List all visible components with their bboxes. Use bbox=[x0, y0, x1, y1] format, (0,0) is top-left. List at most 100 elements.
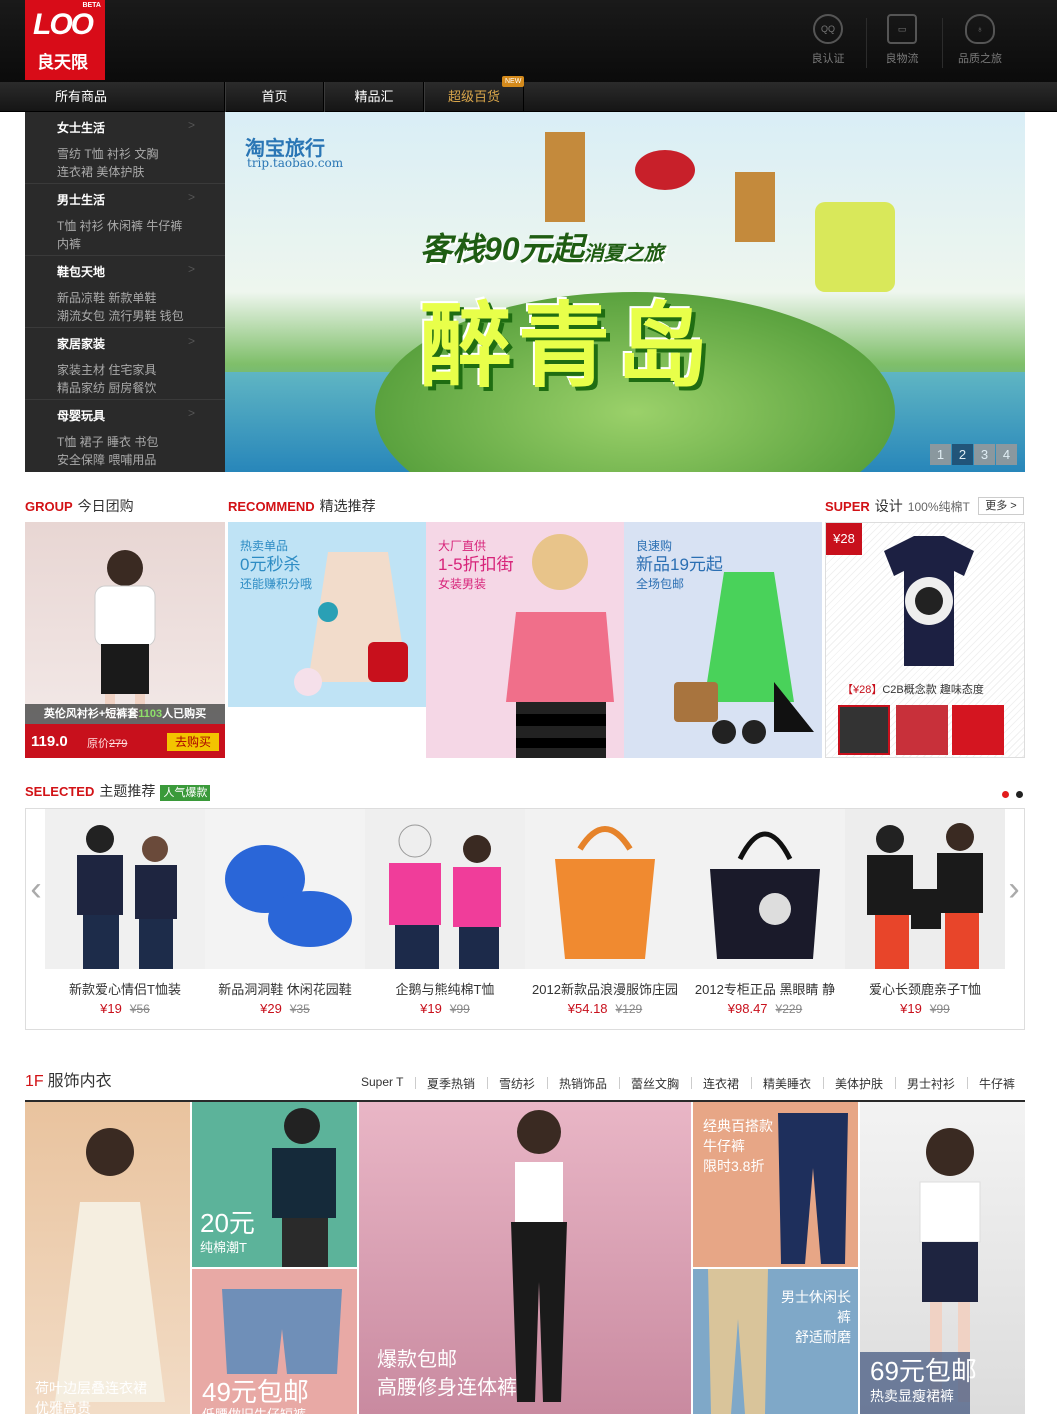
floor-tile-jumpsuit[interactable]: 爆款包邮 高腰修身连体裤 bbox=[359, 1102, 691, 1414]
banner-subtitle-small: 消夏之旅 bbox=[583, 243, 664, 265]
tab-divider bbox=[415, 1077, 416, 1089]
khaki-pants-image bbox=[708, 1269, 768, 1414]
page: { "header": { "logo_text": "LOO", "logo_… bbox=[0, 0, 1057, 1414]
category-links[interactable]: 雪纺 T恤 衬衫 文胸 bbox=[57, 145, 225, 163]
floor-tab[interactable]: 夏季热销 bbox=[427, 1075, 475, 1092]
carousel-next-arrow[interactable]: › bbox=[1004, 869, 1024, 909]
more-button[interactable]: 更多 > bbox=[978, 497, 1024, 515]
recommend-product-image bbox=[674, 572, 814, 744]
super-thumbnail[interactable] bbox=[952, 705, 1004, 755]
selected-item[interactable]: 爱心长颈鹿亲子T恤 ¥19 ¥99 bbox=[845, 809, 1005, 1029]
floor-tile-shorts[interactable]: 49元包邮 低腰做旧牛仔短裤 bbox=[192, 1269, 357, 1414]
floor-tab[interactable]: 蕾丝文胸 bbox=[631, 1075, 679, 1092]
floor-tab[interactable]: Super T bbox=[361, 1075, 403, 1089]
logistics-label: 良物流 bbox=[885, 53, 919, 65]
category-links[interactable]: 精品家纺 厨房餐饮 bbox=[57, 379, 225, 397]
category-links[interactable]: 家装主材 住宅家具 bbox=[57, 361, 225, 379]
carousel-dot-active[interactable] bbox=[1002, 791, 1009, 798]
super-caption: 【¥28】C2B概念款 趣味态度 bbox=[842, 681, 984, 697]
category-shoes-bags[interactable]: 鞋包天地 新品凉鞋 新款单鞋 潮流女包 流行男鞋 钱包 > bbox=[25, 256, 225, 328]
super-design-card[interactable]: ¥28 【¥28】C2B概念款 趣味态度 bbox=[825, 522, 1025, 758]
selected-item[interactable]: 2012新款品浪漫服饰庄园 ¥54.18 ¥129 bbox=[525, 809, 685, 1029]
tab-divider bbox=[895, 1077, 896, 1089]
tile-line: 男士休闲长裤 bbox=[781, 1289, 851, 1325]
nav-home[interactable]: 首页 bbox=[225, 82, 324, 112]
category-title[interactable]: 家居家装 bbox=[57, 335, 225, 352]
category-home[interactable]: 家居家装 家装主材 住宅家具 精品家纺 厨房餐饮 > bbox=[25, 328, 225, 400]
selected-carousel: ‹ › 新款爱心情侣T恤装 ¥19 ¥56 新品洞洞鞋 休闲花园鞋 ¥29 ¥35 … bbox=[25, 808, 1025, 1030]
hero-banner[interactable]: 淘宝旅行 trip.taobao.com 客栈90元起消夏之旅 醉青岛 bbox=[225, 112, 1025, 472]
recommend-card-discount[interactable]: 大厂直供 1-5折扣街 女装男装 bbox=[426, 522, 624, 758]
category-links[interactable]: 潮流女包 流行男鞋 钱包 bbox=[57, 307, 225, 325]
category-title[interactable]: 鞋包天地 bbox=[57, 263, 225, 280]
nav-boutique[interactable]: 精品汇 bbox=[324, 82, 424, 112]
category-title[interactable]: 母婴玩具 bbox=[57, 407, 225, 424]
floor-tile-skirt[interactable]: 69元包邮 热卖显瘦裙裤 bbox=[860, 1102, 1025, 1414]
product-name[interactable]: 企鹅与熊纯棉T恤 bbox=[365, 979, 525, 998]
selected-item[interactable]: 新款爱心情侣T恤装 ¥19 ¥56 bbox=[45, 809, 205, 1029]
logistics-link[interactable]: ▭ 良物流 bbox=[872, 14, 932, 66]
jeans-image bbox=[778, 1113, 848, 1264]
floor-tab[interactable]: 牛仔裤 bbox=[979, 1075, 1015, 1092]
floor-tab[interactable]: 美体护肤 bbox=[835, 1075, 883, 1092]
floor-tab[interactable]: 雪纺衫 bbox=[499, 1075, 535, 1092]
category-links[interactable]: 内裤 bbox=[57, 235, 225, 253]
tile-caption: 经典百搭款 牛仔裤 限时3.8折 bbox=[703, 1116, 773, 1176]
banner-beer-mug-illustration bbox=[815, 202, 895, 292]
category-baby[interactable]: 母婴玩具 T恤 裙子 睡衣 书包 安全保障 喂哺用品 > bbox=[25, 400, 225, 472]
recommend-card-new[interactable]: 良速购 新品19元起 全场包邮 bbox=[624, 522, 822, 758]
buy-button[interactable]: 去购买 bbox=[167, 733, 219, 751]
nav-bar: 所有商品 首页 精品汇 超级百货 bbox=[0, 82, 1057, 112]
product-name[interactable]: 爱心长颈鹿亲子T恤 bbox=[845, 979, 1005, 998]
site-logo[interactable]: LOO BETA 良天限 bbox=[25, 0, 105, 80]
category-links[interactable]: 安全保障 喂哺用品 bbox=[57, 451, 225, 469]
product-price: ¥19 ¥56 bbox=[45, 1001, 205, 1016]
category-title[interactable]: 男士生活 bbox=[57, 191, 225, 208]
category-links[interactable]: 新品凉鞋 新款单鞋 bbox=[57, 289, 225, 307]
selected-item[interactable]: 企鹅与熊纯棉T恤 ¥19 ¥99 bbox=[365, 809, 525, 1029]
quality-tour-link[interactable]: ♁ 品质之旅 bbox=[950, 14, 1010, 66]
tile-label: 低腰做旧牛仔短裤 bbox=[202, 1405, 306, 1414]
category-title[interactable]: 女士生活 bbox=[57, 119, 225, 136]
group-buy-card[interactable]: 英伦风衬衫+短裤套1103人已购买 119.0 原价279 去购买 bbox=[25, 522, 225, 758]
banner-page-3[interactable]: 3 bbox=[974, 444, 995, 465]
group-heading: GROUP 今日团购 bbox=[25, 496, 134, 516]
floor-tab[interactable]: 热销饰品 bbox=[559, 1075, 607, 1092]
category-women[interactable]: 女士生活 雪纺 T恤 衬衫 文胸 连衣裙 美体护肤 > bbox=[25, 112, 225, 184]
group-product-image bbox=[94, 550, 156, 720]
super-thumbnail[interactable] bbox=[838, 705, 890, 755]
certification-label: 良认证 bbox=[811, 53, 845, 65]
certification-link[interactable]: QQ 良认证 bbox=[798, 14, 858, 66]
floor-tile-jeans[interactable]: 经典百搭款 牛仔裤 限时3.8折 bbox=[693, 1102, 858, 1267]
tile-caption: 荷叶边层叠连衣裙 优雅高贵 bbox=[35, 1378, 147, 1414]
floor-tile-khaki[interactable]: 男士休闲长裤 舒适耐磨 bbox=[693, 1269, 858, 1414]
banner-page-1[interactable]: 1 bbox=[930, 444, 951, 465]
super-thumbnail[interactable] bbox=[896, 705, 948, 755]
category-links[interactable]: T恤 裙子 睡衣 书包 bbox=[57, 433, 225, 451]
banner-page-2[interactable]: 2 bbox=[952, 444, 973, 465]
banner-church-illustration bbox=[735, 172, 775, 242]
selected-item[interactable]: 2012专柜正品 黑眼睛 静 ¥98.47 ¥229 bbox=[685, 809, 845, 1029]
selected-heading-cn: 主题推荐 bbox=[99, 783, 156, 799]
floor-tile-tee[interactable]: 20元 纯棉潮T bbox=[192, 1102, 357, 1267]
product-name[interactable]: 2012专柜正品 黑眼睛 静 bbox=[685, 979, 845, 998]
tile-line: 经典百搭款 bbox=[703, 1118, 773, 1134]
product-name[interactable]: 新品洞洞鞋 休闲花园鞋 bbox=[205, 979, 365, 998]
category-links[interactable]: 连衣裙 美体护肤 bbox=[57, 163, 225, 181]
floor-tab[interactable]: 精美睡衣 bbox=[763, 1075, 811, 1092]
floor-tile-dress[interactable]: 荷叶边层叠连衣裙 优雅高贵 bbox=[25, 1102, 190, 1414]
product-name[interactable]: 2012新款品浪漫服饰庄园 bbox=[525, 979, 685, 998]
selected-item[interactable]: 新品洞洞鞋 休闲花园鞋 ¥29 ¥35 bbox=[205, 809, 365, 1029]
nav-all-products[interactable]: 所有商品 bbox=[25, 82, 225, 112]
banner-page-4[interactable]: 4 bbox=[996, 444, 1017, 465]
product-name[interactable]: 新款爱心情侣T恤装 bbox=[45, 979, 205, 998]
floor-tab[interactable]: 连衣裙 bbox=[703, 1075, 739, 1092]
category-men[interactable]: 男士生活 T恤 衬衫 休闲裤 牛仔裤 内裤 > bbox=[25, 184, 225, 256]
tile-price: 69元包邮 bbox=[870, 1356, 977, 1386]
carousel-prev-arrow[interactable]: ‹ bbox=[26, 869, 46, 909]
price-current: ¥54.18 bbox=[567, 1001, 608, 1016]
recommend-card-flash-sale[interactable]: 热卖单品 0元秒杀 还能赚积分哦 bbox=[228, 522, 426, 707]
carousel-dot[interactable] bbox=[1016, 791, 1023, 798]
floor-tab[interactable]: 男士衬衫 bbox=[907, 1075, 955, 1092]
category-links[interactable]: T恤 衬衫 休闲裤 牛仔裤 bbox=[57, 217, 225, 235]
